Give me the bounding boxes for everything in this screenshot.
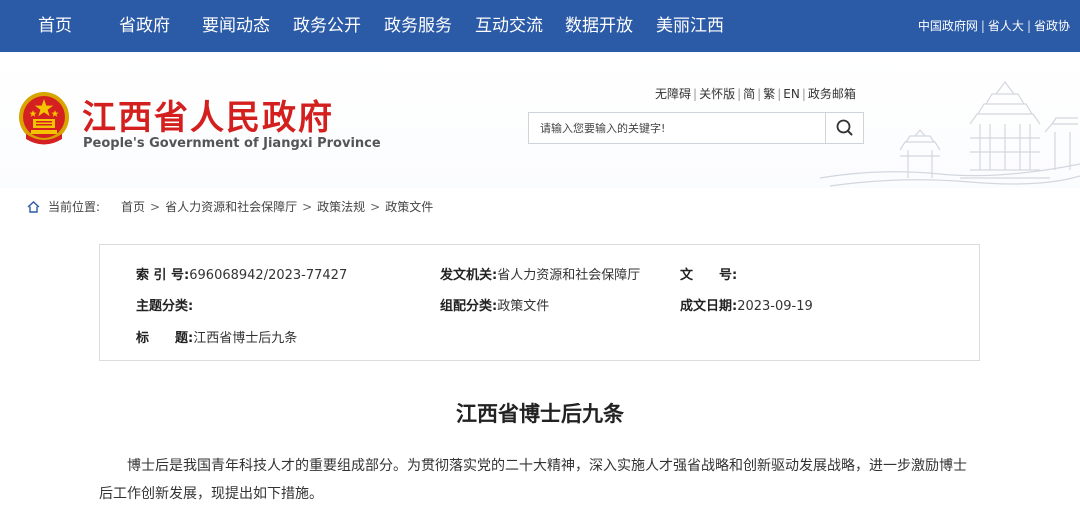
field-label: 索 引 号:	[136, 268, 190, 283]
separator: |	[980, 19, 985, 33]
separator: |	[801, 87, 806, 101]
search-input[interactable]	[529, 113, 825, 143]
separator: |	[1026, 19, 1031, 33]
field-value: 696068942/2023-77427	[189, 268, 348, 283]
breadcrumb-item-home[interactable]: 首页	[121, 200, 145, 214]
breadcrumb-item-department[interactable]: 省人力资源和社会保障厅	[165, 200, 297, 214]
breadcrumb-item-policies[interactable]: 政策法规	[317, 200, 365, 214]
site-subtitle: People's Government of Jiangxi Province	[83, 136, 381, 151]
breadcrumb-separator: >	[302, 200, 313, 214]
breadcrumb: 当前位置: 首页 > 省人力资源和社会保障厅 > 政策法规 > 政策文件	[0, 188, 1080, 226]
national-emblem-icon	[19, 92, 69, 145]
separator: |	[737, 87, 742, 101]
document-info-box: 索 引 号:696068942/2023-77427 发文机关:省人力资源和社会…	[99, 244, 980, 361]
breadcrumb-path: 首页 > 省人力资源和社会保障厅 > 政策法规 > 政策文件	[121, 188, 433, 226]
field-category: 组配分类:政策文件	[440, 295, 549, 314]
pavilion-skyline-decoration	[820, 81, 1080, 187]
nav-item-news[interactable]: 要闻动态	[202, 0, 270, 52]
nav-item-home[interactable]: 首页	[38, 0, 72, 52]
nav-item-interaction[interactable]: 互动交流	[475, 0, 543, 52]
site-header: 江西省人民政府 People's Government of Jiangxi P…	[0, 52, 1080, 188]
link-accessibility[interactable]: 无障碍	[655, 87, 691, 101]
separator: |	[757, 87, 762, 101]
field-label: 发文机关:	[440, 268, 498, 283]
site-title: 江西省人民政府	[82, 98, 334, 138]
link-simplified[interactable]: 简	[743, 87, 755, 101]
breadcrumb-item-policy-documents[interactable]: 政策文件	[385, 200, 433, 214]
field-value: 江西省博士后九条	[193, 331, 298, 346]
breadcrumb-separator: >	[370, 200, 381, 214]
top-navigation: 首页 省政府 要闻动态 政务公开 政务服务 互动交流 数据开放 美丽江西 中国政…	[0, 0, 1080, 52]
external-links: 中国政府网 | 省人大 | 省政协	[918, 0, 1070, 52]
link-traditional[interactable]: 繁	[763, 87, 775, 101]
nav-item-government-affairs[interactable]: 政务公开	[293, 0, 361, 52]
field-issuer: 发文机关:省人力资源和社会保障厅	[440, 264, 640, 283]
field-label: 文 号:	[680, 268, 738, 283]
field-value: 省人力资源和社会保障厅	[497, 268, 641, 283]
field-label: 标 题:	[136, 331, 194, 346]
nav-item-provincial-government[interactable]: 省政府	[119, 0, 170, 52]
search-box	[528, 112, 864, 144]
field-title: 标 题:江西省博士后九条	[136, 327, 297, 346]
nav-item-beautiful-jiangxi[interactable]: 美丽江西	[656, 0, 724, 52]
link-provincial-congress[interactable]: 省人大	[988, 19, 1024, 33]
field-document-number: 文 号:	[680, 264, 737, 283]
breadcrumb-label: 当前位置:	[48, 200, 101, 214]
breadcrumb-separator: >	[150, 200, 161, 214]
home-icon	[27, 201, 40, 213]
field-date: 成文日期:2023-09-19	[680, 295, 813, 314]
field-value: 政策文件	[497, 299, 550, 314]
field-topic: 主题分类:	[136, 295, 193, 314]
link-english[interactable]: EN	[783, 87, 800, 101]
field-index-number: 索 引 号:696068942/2023-77427	[136, 264, 347, 283]
link-care-version[interactable]: 关怀版	[699, 87, 735, 101]
link-china-gov[interactable]: 中国政府网	[918, 19, 978, 33]
link-provincial-cppcc[interactable]: 省政协	[1034, 19, 1070, 33]
field-label: 组配分类:	[440, 299, 498, 314]
article-paragraph: 博士后是我国青年科技人才的重要组成部分。为贯彻落实党的二十大精神，深入实施人才强…	[99, 458, 967, 502]
article-title: 江西省博士后九条	[456, 402, 624, 426]
nav-item-open-data[interactable]: 数据开放	[565, 0, 633, 52]
nav-item-government-services[interactable]: 政务服务	[384, 0, 452, 52]
field-value: 2023-09-19	[737, 299, 813, 314]
field-label: 成文日期:	[680, 299, 738, 314]
separator: |	[693, 87, 698, 101]
field-label: 主题分类:	[136, 299, 194, 314]
